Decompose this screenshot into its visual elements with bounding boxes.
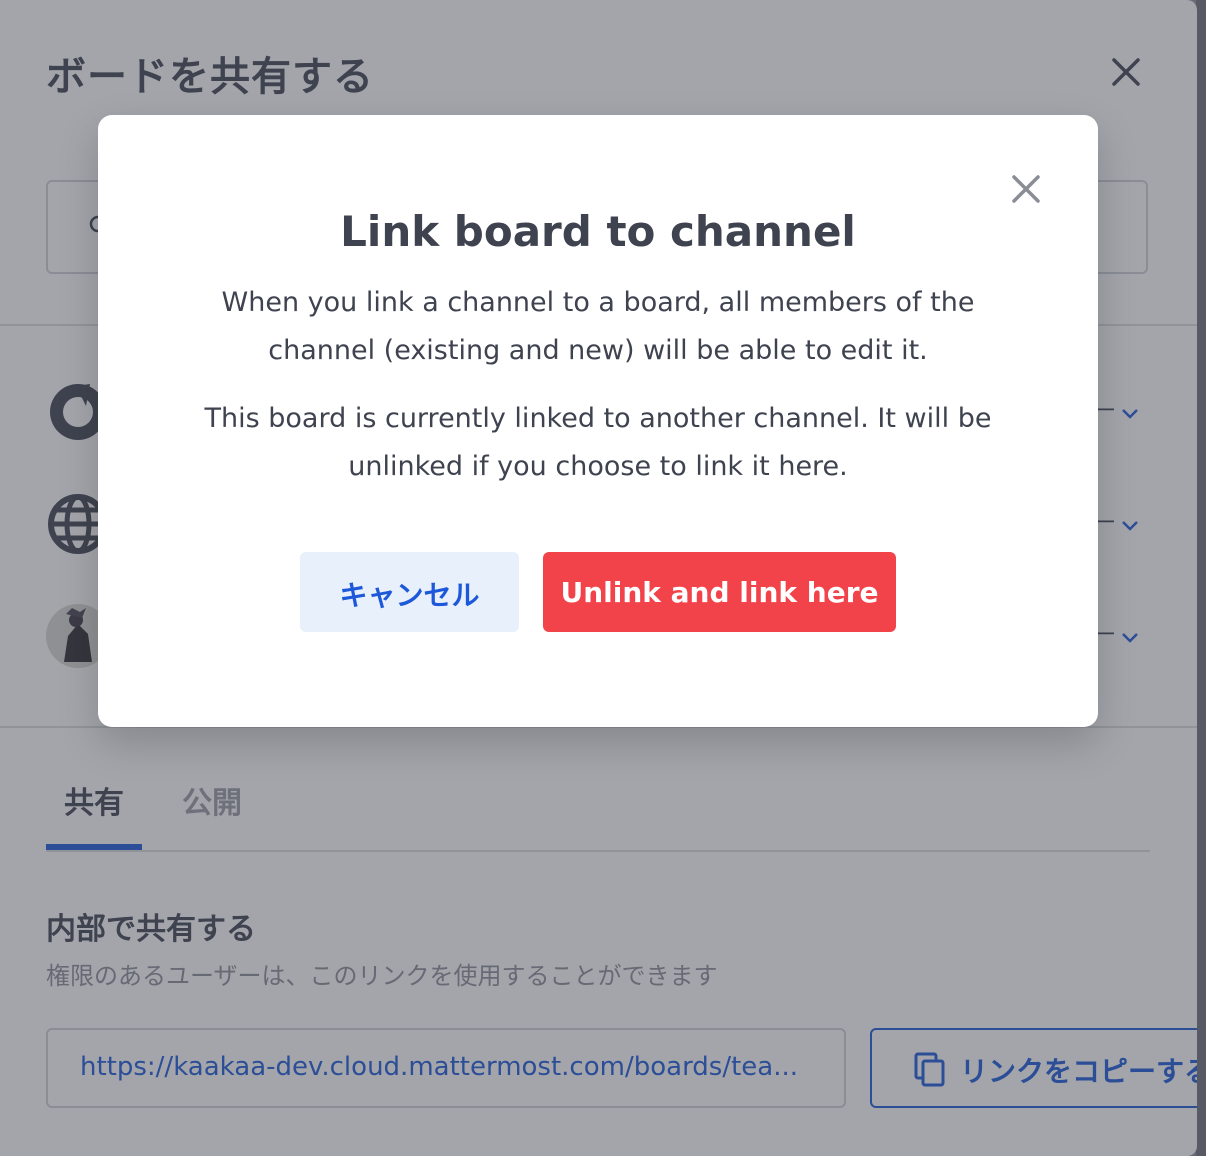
cancel-button-label: キャンセル	[339, 579, 480, 612]
unlink-and-link-label: Unlink and link here	[560, 576, 879, 609]
unlink-and-link-button[interactable]: Unlink and link here	[543, 552, 896, 632]
close-icon	[1012, 175, 1040, 203]
dialog-body-paragraph: When you link a channel to a board, all …	[221, 287, 975, 366]
dialog-title: Link board to channel	[340, 207, 856, 256]
link-board-dialog: Link board to channel When you link a ch…	[98, 115, 1098, 727]
cancel-button[interactable]: キャンセル	[300, 552, 519, 632]
dialog-close-button[interactable]	[1006, 169, 1046, 209]
dialog-body-paragraph: This board is currently linked to anothe…	[204, 403, 992, 482]
